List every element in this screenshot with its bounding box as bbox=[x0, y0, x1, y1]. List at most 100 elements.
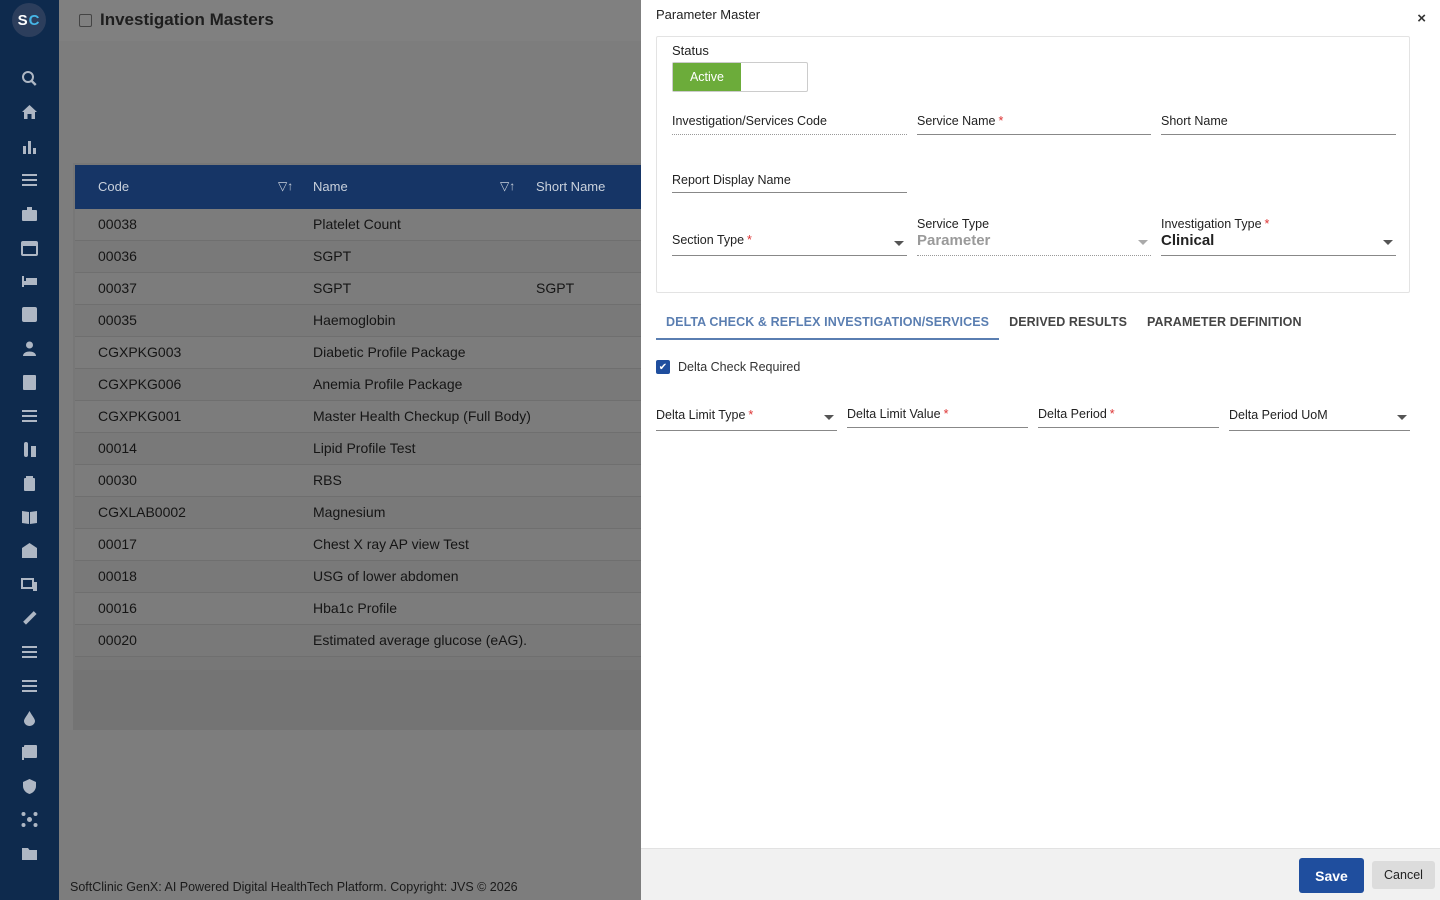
service-name-field[interactable]: Service Name * bbox=[917, 99, 1151, 135]
sidebar-item-7[interactable] bbox=[0, 298, 59, 332]
table-row[interactable]: 00030 RBS bbox=[75, 465, 675, 497]
column-header-short-name[interactable]: Short Name bbox=[536, 179, 605, 194]
chevron-down-icon[interactable] bbox=[894, 241, 904, 246]
short-name-field[interactable]: Short Name bbox=[1161, 99, 1396, 135]
sidebar-item-3[interactable] bbox=[0, 163, 59, 197]
add-file-icon bbox=[22, 745, 37, 761]
delta-limit-type-label: Delta Limit Type * bbox=[656, 408, 753, 422]
table-row[interactable]: 00014 Lipid Profile Test bbox=[75, 433, 675, 465]
chevron-down-icon[interactable] bbox=[1138, 240, 1148, 245]
sidebar-item-18[interactable] bbox=[0, 668, 59, 702]
close-icon[interactable]: × bbox=[1417, 10, 1426, 27]
sidebar-item-16[interactable] bbox=[0, 601, 59, 635]
field-underline bbox=[1038, 427, 1219, 428]
investigation-type-select[interactable]: Investigation Type * Clinical bbox=[1161, 217, 1396, 256]
network-icon bbox=[21, 812, 38, 828]
tab-delta-check[interactable]: DELTA CHECK & REFLEX INVESTIGATION/SERVI… bbox=[656, 305, 1000, 340]
cell-name: RBS bbox=[313, 472, 342, 488]
cancel-button[interactable]: Cancel bbox=[1372, 861, 1435, 889]
table-row[interactable]: CGXPKG003 Diabetic Profile Package bbox=[75, 337, 675, 369]
delta-period-uom-select[interactable]: Delta Period UoM bbox=[1229, 398, 1410, 431]
sidebar-item-12[interactable] bbox=[0, 466, 59, 500]
report-display-name-field[interactable]: Report Display Name bbox=[672, 157, 907, 193]
devices-icon bbox=[21, 577, 37, 591]
sidebar-item-2[interactable] bbox=[0, 129, 59, 163]
service-type-select[interactable]: Service Type Parameter bbox=[917, 217, 1151, 256]
column-header-code[interactable]: Code bbox=[98, 179, 129, 194]
sidebar-item-5[interactable] bbox=[0, 230, 59, 264]
sidebar-item-14[interactable] bbox=[0, 534, 59, 568]
app-logo[interactable]: SC bbox=[12, 3, 46, 37]
sidebar-item-23[interactable] bbox=[0, 837, 59, 871]
status-inactive-option[interactable] bbox=[741, 63, 807, 91]
sidebar-item-9[interactable] bbox=[0, 365, 59, 399]
logo-letter-c: C bbox=[28, 11, 41, 29]
sidebar: SC bbox=[0, 0, 59, 900]
sidebar-item-15[interactable] bbox=[0, 567, 59, 601]
table-row[interactable]: CGXPKG001 Master Health Checkup (Full Bod… bbox=[75, 401, 675, 433]
short-name-label: Short Name bbox=[1161, 114, 1228, 128]
cell-code: 00036 bbox=[98, 248, 137, 264]
table-row[interactable]: CGXLAB0002 Magnesium bbox=[75, 497, 675, 529]
sidebar-item-22[interactable] bbox=[0, 803, 59, 837]
table-row[interactable]: 00037 SGPT SGPT bbox=[75, 273, 675, 305]
plus-square-icon bbox=[22, 307, 37, 323]
service-name-label-text: Service Name bbox=[917, 114, 996, 128]
delta-check-label: Delta Check Required bbox=[678, 360, 801, 374]
table-row[interactable]: 00038 Platelet Count bbox=[75, 209, 675, 241]
status-active-option[interactable]: Active bbox=[673, 63, 741, 91]
chevron-down-icon[interactable] bbox=[824, 415, 834, 420]
section-type-select[interactable]: Section Type * bbox=[672, 217, 907, 256]
table-row[interactable]: 00017 Chest X ray AP view Test bbox=[75, 529, 675, 561]
chevron-down-icon[interactable] bbox=[1397, 415, 1407, 420]
form-section: Status Active Investigation/Services Cod… bbox=[656, 36, 1410, 293]
filter-sort-icon[interactable]: ▽↑ bbox=[278, 179, 293, 193]
sidebar-item-4[interactable] bbox=[0, 197, 59, 231]
column-header-name[interactable]: Name bbox=[313, 179, 348, 194]
sidebar-item-21[interactable] bbox=[0, 769, 59, 803]
filter-sort-icon[interactable]: ▽↑ bbox=[500, 179, 515, 193]
status-toggle[interactable]: Active bbox=[672, 62, 808, 92]
cell-code: CGXPKG003 bbox=[98, 344, 182, 360]
sidebar-item-17[interactable] bbox=[0, 635, 59, 669]
sidebar-item-20[interactable] bbox=[0, 736, 59, 770]
tab-parameter-definition[interactable]: PARAMETER DEFINITION bbox=[1137, 305, 1312, 340]
folder-icon bbox=[22, 848, 37, 861]
status-label: Status bbox=[672, 43, 709, 58]
save-button[interactable]: Save bbox=[1299, 858, 1364, 893]
table-row[interactable]: 00018 USG of lower abdomen bbox=[75, 561, 675, 593]
list-icon bbox=[22, 410, 37, 423]
investigation-code-field[interactable]: Investigation/Services Code bbox=[672, 99, 907, 135]
sidebar-item-19[interactable] bbox=[0, 702, 59, 736]
tab-derived-results[interactable]: DERIVED RESULTS bbox=[999, 305, 1137, 340]
sidebar-item-11[interactable] bbox=[0, 433, 59, 467]
menu-icon bbox=[22, 646, 37, 659]
cell-name: USG of lower abdomen bbox=[313, 568, 459, 584]
required-mark: * bbox=[748, 408, 754, 422]
required-mark: * bbox=[998, 114, 1004, 128]
table-row[interactable]: 00016 Hba1c Profile bbox=[75, 593, 675, 625]
cell-name: Anemia Profile Package bbox=[313, 376, 463, 392]
delta-limit-value-field[interactable]: Delta Limit Value * bbox=[847, 398, 1028, 428]
table-row[interactable]: 00020 Estimated average glucose (eAG). bbox=[75, 625, 675, 657]
sidebar-item-8[interactable] bbox=[0, 332, 59, 366]
bar-chart-icon bbox=[23, 140, 36, 154]
table-row[interactable]: CGXPKG006 Anemia Profile Package bbox=[75, 369, 675, 401]
delta-period-field[interactable]: Delta Period * bbox=[1038, 398, 1219, 428]
chevron-down-icon[interactable] bbox=[1383, 240, 1393, 245]
cell-name: Lipid Profile Test bbox=[313, 440, 416, 456]
home-icon bbox=[22, 105, 37, 120]
table-row[interactable]: 00036 SGPT bbox=[75, 241, 675, 273]
sidebar-item-13[interactable] bbox=[0, 500, 59, 534]
sidebar-item-10[interactable] bbox=[0, 399, 59, 433]
cell-code: 00030 bbox=[98, 472, 137, 488]
sidebar-item-6[interactable] bbox=[0, 264, 59, 298]
sidebar-item-1[interactable] bbox=[0, 96, 59, 130]
table-row[interactable]: 00035 Haemoglobin bbox=[75, 305, 675, 337]
section-type-label: Section Type * bbox=[672, 233, 752, 247]
delta-limit-type-select[interactable]: Delta Limit Type * bbox=[656, 398, 837, 431]
page-title: Investigation Masters bbox=[100, 10, 274, 29]
modal-footer: Save Cancel bbox=[641, 848, 1440, 900]
sidebar-item-0[interactable] bbox=[0, 62, 59, 96]
delta-check-checkbox[interactable]: ✔ bbox=[656, 360, 670, 374]
